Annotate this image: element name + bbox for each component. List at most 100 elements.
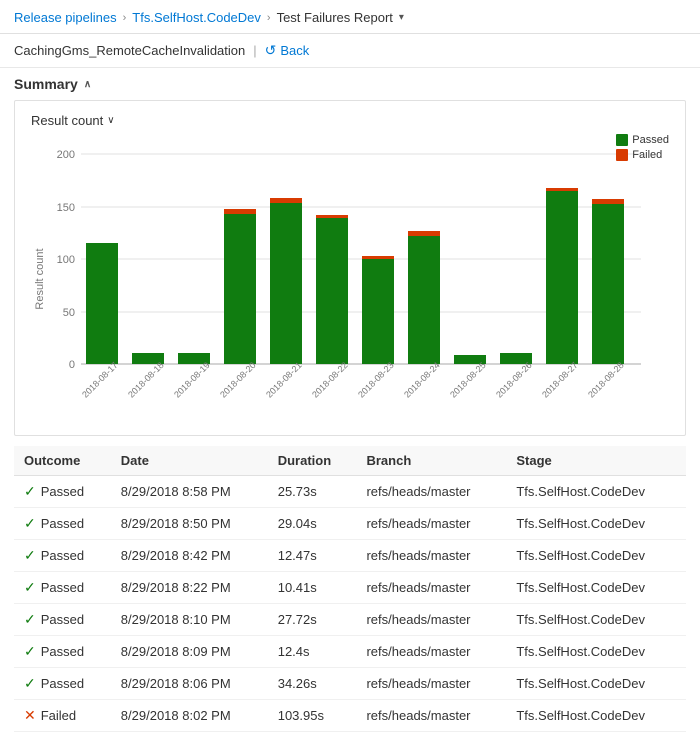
- col-date: Date: [111, 446, 268, 476]
- cell-branch: refs/heads/master: [356, 572, 506, 604]
- svg-text:2018-08-20: 2018-08-20: [218, 360, 258, 400]
- col-duration: Duration: [268, 446, 357, 476]
- table-row: ✓ Passed 8/29/2018 8:58 PM 25.73s refs/h…: [14, 476, 686, 508]
- svg-text:2018-08-21: 2018-08-21: [264, 360, 304, 400]
- sub-header-separator: |: [253, 43, 256, 58]
- cell-stage[interactable]: Tfs.SelfHost.CodeDev: [506, 604, 686, 636]
- outcome-label: Passed: [41, 580, 84, 595]
- legend-failed: Failed: [616, 149, 669, 161]
- bar-failed-7: [408, 231, 440, 236]
- cell-stage[interactable]: Tfs.SelfHost.CodeDev: [506, 668, 686, 700]
- breadcrumb-current: Test Failures Report: [277, 10, 393, 25]
- passed-icon: ✓: [24, 675, 36, 692]
- cell-duration: 12.47s: [268, 540, 357, 572]
- bar-failed-5: [316, 215, 348, 218]
- legend-failed-label: Failed: [632, 149, 662, 161]
- summary-title-text: Summary: [14, 76, 78, 92]
- summary-section: Summary ∧ Result count ∨ Passed Failed: [0, 68, 700, 440]
- sub-header: CachingGms_RemoteCacheInvalidation | ↺ B…: [0, 34, 700, 68]
- legend-passed-label: Passed: [632, 134, 669, 146]
- svg-text:2018-08-19: 2018-08-19: [172, 360, 212, 400]
- cell-outcome: ✓ Passed: [14, 476, 111, 508]
- cell-outcome: ✓ Passed: [14, 604, 111, 636]
- summary-title: Summary ∧: [14, 76, 686, 92]
- cell-outcome: ✓ Passed: [14, 636, 111, 668]
- passed-icon: ✓: [24, 579, 36, 596]
- col-branch: Branch: [356, 446, 506, 476]
- passed-icon: ✓: [24, 515, 36, 532]
- table-row: ✓ Passed 8/29/2018 8:42 PM 12.47s refs/h…: [14, 540, 686, 572]
- cell-branch: refs/heads/master: [356, 476, 506, 508]
- svg-text:100: 100: [57, 254, 75, 266]
- table-wrapper: Outcome Date Duration Branch Stage ✓ Pas…: [0, 446, 700, 742]
- cell-branch: refs/heads/master: [356, 636, 506, 668]
- bar-passed-4: [270, 203, 302, 364]
- cell-date: 8/29/2018 8:58 PM: [111, 476, 268, 508]
- chart-title: Result count ∨: [31, 113, 669, 128]
- pipeline-name: CachingGms_RemoteCacheInvalidation: [14, 43, 245, 58]
- cell-outcome: ✓ Passed: [14, 508, 111, 540]
- cell-date: 8/29/2018 8:22 PM: [111, 572, 268, 604]
- cell-duration: 12.4s: [268, 636, 357, 668]
- cell-date: 8/29/2018 8:42 PM: [111, 540, 268, 572]
- cell-outcome: ✓ Passed: [14, 668, 111, 700]
- cell-stage[interactable]: Tfs.SelfHost.CodeDev: [506, 508, 686, 540]
- chart-legend: Passed Failed: [616, 134, 669, 161]
- cell-date: 8/29/2018 8:09 PM: [111, 636, 268, 668]
- svg-text:2018-08-26: 2018-08-26: [494, 360, 534, 400]
- col-stage: Stage: [506, 446, 686, 476]
- svg-text:2018-08-24: 2018-08-24: [402, 360, 442, 400]
- svg-text:2018-08-17: 2018-08-17: [80, 360, 120, 400]
- svg-text:Result count: Result count: [34, 248, 46, 309]
- cell-stage[interactable]: Tfs.SelfHost.CodeDev: [506, 540, 686, 572]
- table-row: ✓ Passed 8/29/2018 8:10 PM 27.72s refs/h…: [14, 604, 686, 636]
- cell-branch: refs/heads/master: [356, 604, 506, 636]
- bar-passed-5: [316, 218, 348, 364]
- bar-passed-6: [362, 259, 394, 364]
- cell-stage[interactable]: Tfs.SelfHost.CodeDev: [506, 572, 686, 604]
- svg-text:150: 150: [57, 202, 75, 214]
- breadcrumb-dropdown-icon[interactable]: ▾: [399, 12, 404, 23]
- bar-passed-7: [408, 236, 440, 364]
- breadcrumb-sep-1: ›: [123, 12, 127, 24]
- cell-stage[interactable]: Tfs.SelfHost.CodeDev: [506, 476, 686, 508]
- cell-date: 8/29/2018 8:06 PM: [111, 668, 268, 700]
- outcome-label: Passed: [41, 548, 84, 563]
- bar-failed-11: [592, 199, 624, 204]
- bar-failed-10: [546, 188, 578, 191]
- bar-failed-3: [224, 209, 256, 214]
- table-row: ✓ Passed 8/29/2018 8:22 PM 10.41s refs/h…: [14, 572, 686, 604]
- summary-chevron-icon[interactable]: ∧: [84, 79, 91, 90]
- svg-text:2018-08-27: 2018-08-27: [540, 360, 580, 400]
- cell-duration: 34.26s: [268, 668, 357, 700]
- outcome-label: Passed: [41, 612, 84, 627]
- table-row: ✓ Passed 8/29/2018 8:06 PM 34.26s refs/h…: [14, 668, 686, 700]
- cell-duration: 27.72s: [268, 604, 357, 636]
- passed-icon: ✓: [24, 547, 36, 564]
- cell-duration: 10.41s: [268, 572, 357, 604]
- chart-dropdown-icon[interactable]: ∨: [107, 115, 114, 126]
- chart-container: Result count ∨ Passed Failed Result coun…: [14, 100, 686, 436]
- back-label: Back: [280, 43, 309, 58]
- bar-passed-0: [86, 243, 118, 364]
- svg-text:2018-08-23: 2018-08-23: [356, 360, 396, 400]
- cell-outcome: ✓ Passed: [14, 572, 111, 604]
- cell-duration: 29.04s: [268, 508, 357, 540]
- svg-text:2018-08-18: 2018-08-18: [126, 360, 166, 400]
- back-button[interactable]: ↺ Back: [265, 42, 310, 59]
- table-row: ✓ Passed 8/29/2018 8:50 PM 29.04s refs/h…: [14, 508, 686, 540]
- breadcrumb-pipeline-name[interactable]: Tfs.SelfHost.CodeDev: [132, 10, 261, 25]
- breadcrumb-release-pipelines[interactable]: Release pipelines: [14, 10, 117, 25]
- bar-failed-4: [270, 198, 302, 203]
- cell-stage[interactable]: Tfs.SelfHost.CodeDev: [506, 636, 686, 668]
- results-table: Outcome Date Duration Branch Stage ✓ Pas…: [14, 446, 686, 732]
- svg-text:2018-08-22: 2018-08-22: [310, 360, 350, 400]
- svg-text:200: 200: [57, 149, 75, 161]
- cell-date: 8/29/2018 8:50 PM: [111, 508, 268, 540]
- table-row: ✓ Passed 8/29/2018 8:09 PM 12.4s refs/he…: [14, 636, 686, 668]
- bar-passed-10: [546, 191, 578, 364]
- cell-date: 8/29/2018 8:10 PM: [111, 604, 268, 636]
- outcome-label: Passed: [41, 516, 84, 531]
- cell-branch: refs/heads/master: [356, 668, 506, 700]
- svg-text:0: 0: [69, 359, 75, 371]
